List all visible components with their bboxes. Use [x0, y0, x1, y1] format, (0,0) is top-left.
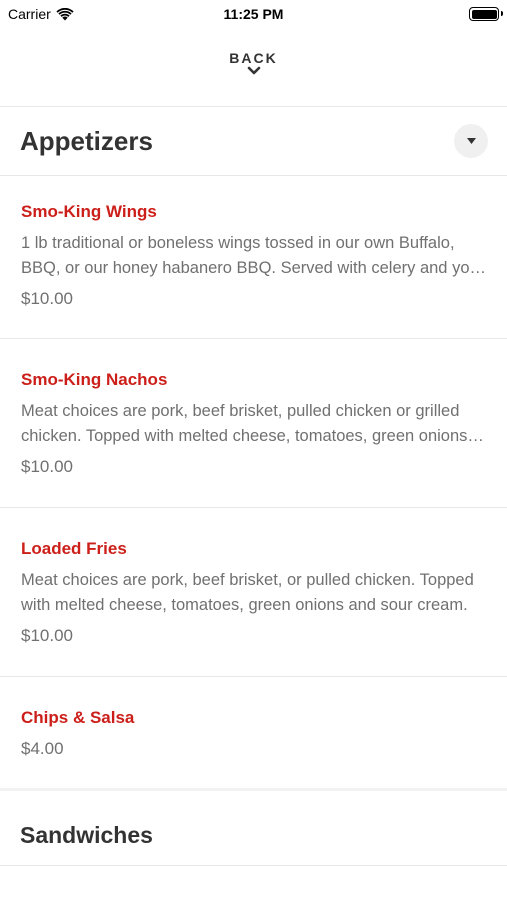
item-price: $10.00	[21, 289, 73, 308]
chevron-down-icon	[247, 66, 260, 75]
section-title: Appetizers	[20, 126, 153, 156]
status-time: 11:25 PM	[223, 6, 284, 22]
menu-item[interactable]: Smo-King Wings 1 lb traditional or bonel…	[0, 176, 507, 338]
menu-item[interactable]: Chips & Salsa $4.00	[0, 677, 507, 788]
item-name: Loaded Fries	[21, 539, 127, 558]
section-header-appetizers[interactable]: Appetizers	[0, 107, 507, 175]
caret-down-icon	[466, 138, 476, 144]
item-description: Meat choices are pork, beef brisket, pul…	[21, 402, 468, 445]
item-price: $4.00	[21, 739, 64, 758]
collapse-toggle-button[interactable]	[454, 124, 488, 158]
divider	[0, 865, 507, 866]
item-name: Smo-King Nachos	[21, 370, 168, 389]
back-button[interactable]: BACK	[0, 50, 507, 76]
back-label: BACK	[229, 50, 278, 66]
item-description: 1 lb traditional or boneless wings tosse…	[21, 234, 485, 277]
item-name: Chips & Salsa	[21, 708, 135, 727]
item-price: $10.00	[21, 626, 73, 645]
item-price: $10.00	[21, 457, 73, 476]
item-description: Meat choices are pork, beef brisket, or …	[21, 571, 474, 614]
menu-item[interactable]: Loaded Fries Meat choices are pork, beef…	[0, 508, 507, 676]
menu-item[interactable]: Smo-King Nachos Meat choices are pork, b…	[0, 339, 507, 507]
item-name: Smo-King Wings	[21, 202, 157, 221]
battery-icon	[469, 7, 503, 21]
section-title: Sandwiches	[20, 822, 153, 848]
status-bar: Carrier 11:25 PM	[0, 0, 507, 30]
